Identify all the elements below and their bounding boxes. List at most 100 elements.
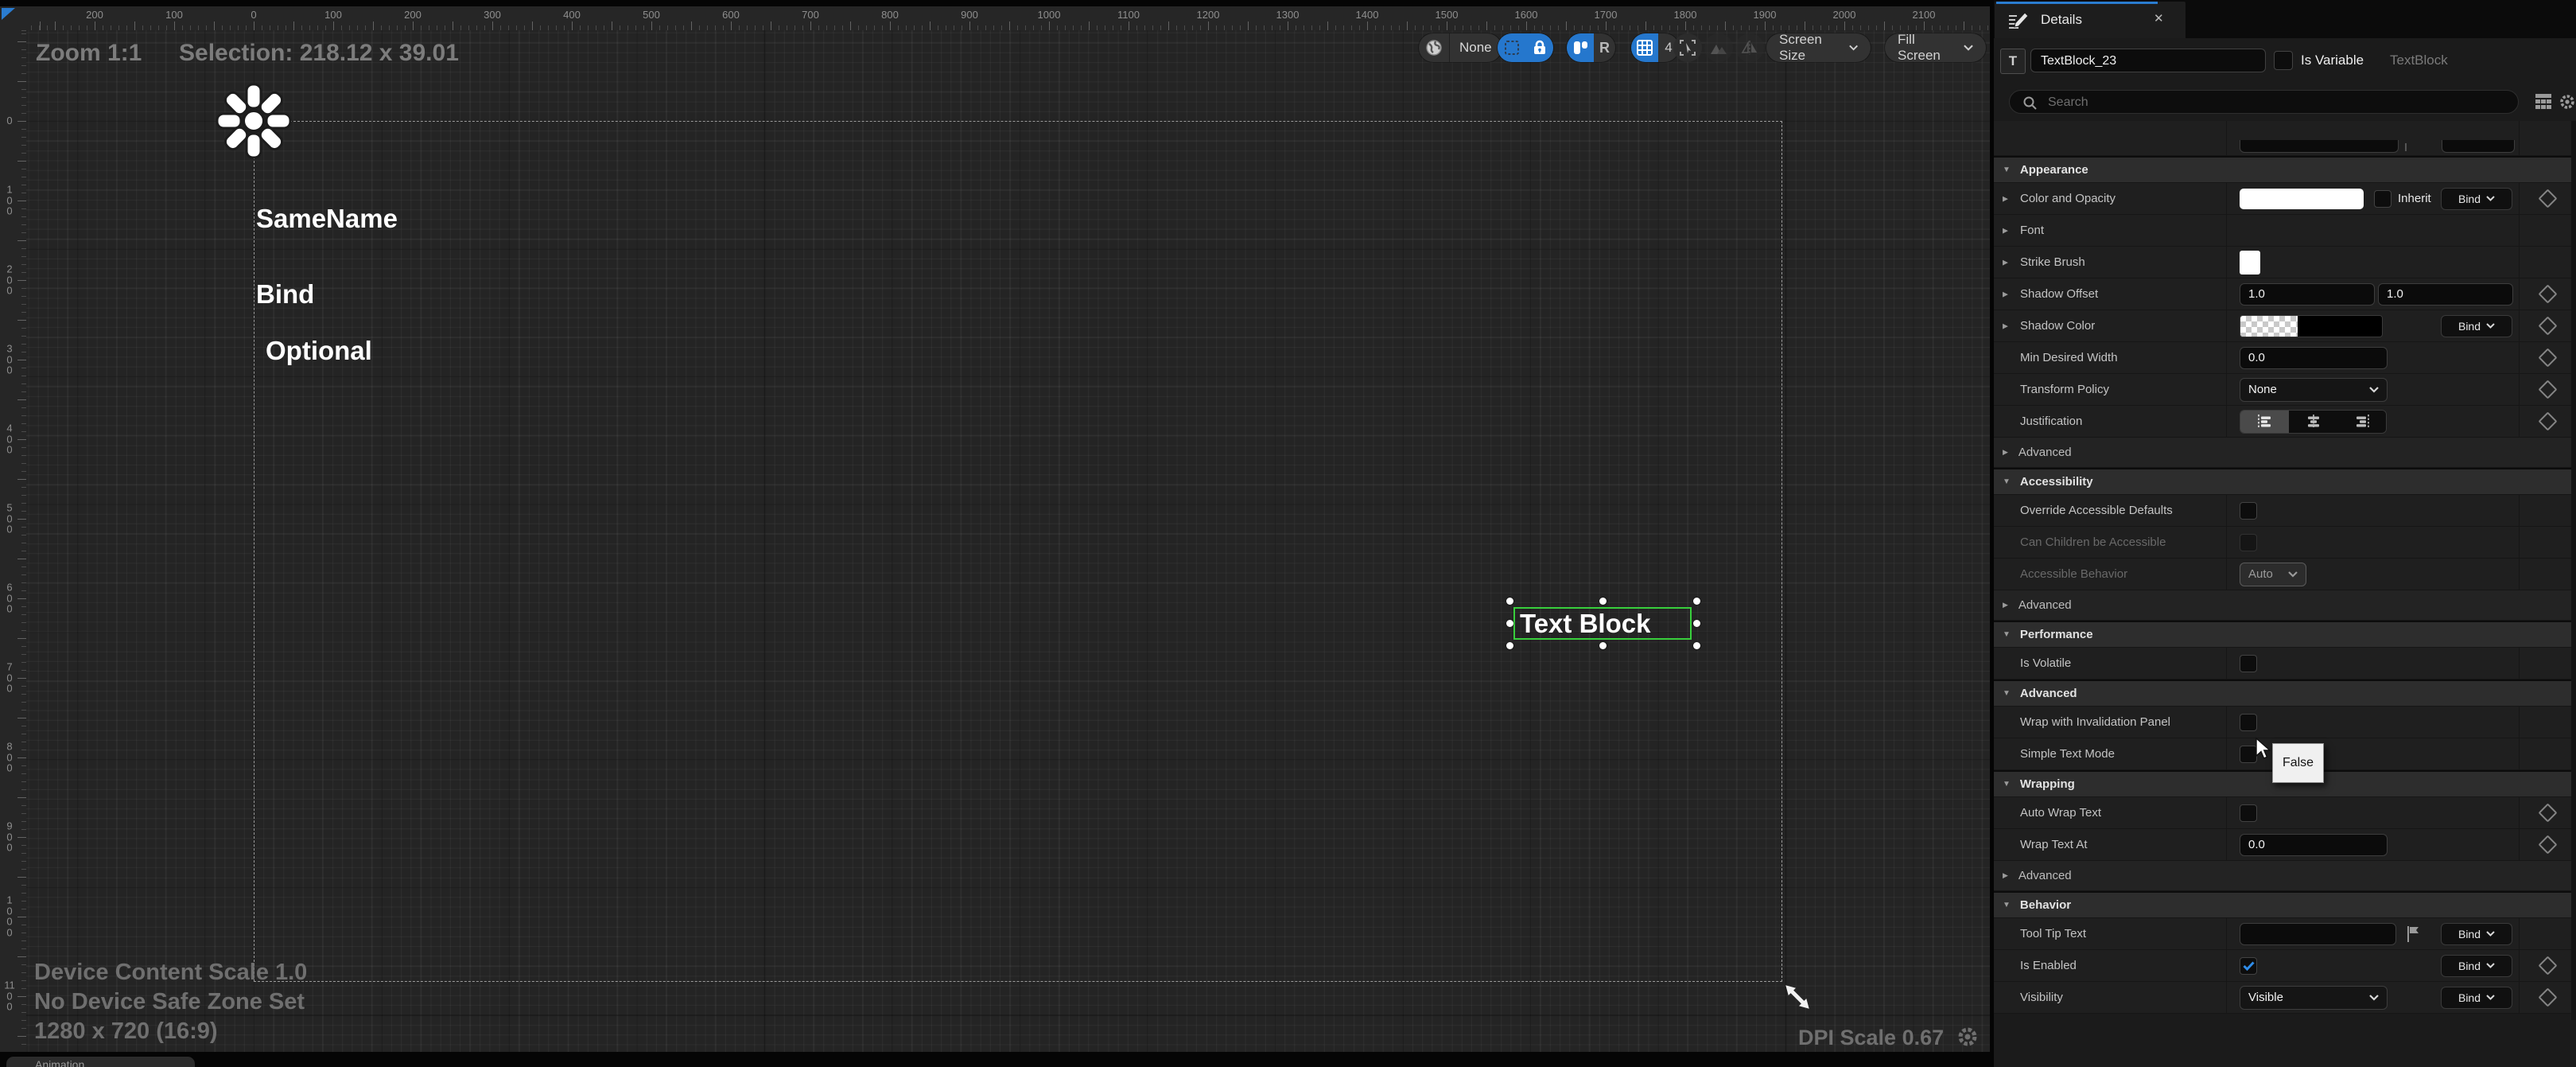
reset-to-default-icon[interactable] xyxy=(2538,316,2557,335)
expander-icon[interactable]: ▶ xyxy=(2003,194,2008,203)
inherit-label: Inherit xyxy=(2398,192,2431,205)
chevron-down-icon xyxy=(2288,571,2298,578)
category-advanced[interactable]: ▼ Advanced xyxy=(1994,680,2576,707)
reset-to-default-icon[interactable] xyxy=(2538,380,2557,399)
fill-screen-dropdown[interactable]: Fill Screen xyxy=(1885,33,1986,62)
search-icon xyxy=(2022,95,2038,111)
category-accessibility[interactable]: ▼ Accessibility xyxy=(1994,468,2576,495)
category-appearance[interactable]: ▼ Appearance xyxy=(1994,156,2576,183)
reset-to-default-icon[interactable] xyxy=(2538,189,2557,208)
canvas-text-samename[interactable]: SameName xyxy=(256,204,398,234)
select-widget-icon[interactable] xyxy=(1673,33,1702,62)
accessible-behavior-dropdown[interactable]: Auto xyxy=(2240,563,2306,586)
reset-to-default-icon[interactable] xyxy=(2538,284,2557,303)
search-box[interactable] xyxy=(2009,90,2519,114)
localize-flag-icon[interactable] xyxy=(2406,925,2420,943)
shadow-offset-x-input[interactable]: 1.0 xyxy=(2240,283,2375,306)
selection-handle-e[interactable] xyxy=(1693,620,1700,627)
display-settings-gear-icon[interactable] xyxy=(2559,93,2576,111)
shadow-offset-y-input[interactable]: 1.0 xyxy=(2378,283,2513,306)
expander-icon[interactable]: ▶ xyxy=(2003,258,2008,267)
widget-outlines-icon[interactable] xyxy=(1567,33,1594,62)
expander-icon[interactable]: ▶ xyxy=(2003,321,2008,330)
marquee-select-icon[interactable] xyxy=(1498,33,1525,62)
outline-mode-group: R xyxy=(1567,33,1615,62)
selection-handle-se[interactable] xyxy=(1693,642,1700,649)
is-enabled-checkbox[interactable] xyxy=(2240,957,2257,975)
wrapping-advanced-expander[interactable]: ▶ Advanced xyxy=(1994,861,2576,891)
selection-handle-w[interactable] xyxy=(1506,620,1513,627)
selected-widget-textblock[interactable]: Text Block xyxy=(1513,607,1692,640)
can-children-be-accessible-checkbox[interactable] xyxy=(2240,534,2257,551)
bind-button[interactable]: Bind xyxy=(2441,923,2512,945)
bind-button[interactable]: Bind xyxy=(2441,188,2512,210)
check-icon xyxy=(2243,961,2255,971)
canvas-text-optional[interactable]: Optional xyxy=(266,336,372,366)
reset-to-default-icon[interactable] xyxy=(2538,987,2557,1007)
reset-to-default-icon[interactable] xyxy=(2538,411,2557,430)
category-performance[interactable]: ▼ Performance xyxy=(1994,621,2576,648)
localization-preview-value[interactable]: None xyxy=(1450,40,1502,56)
override-accessible-defaults-checkbox[interactable] xyxy=(2240,502,2257,520)
expander-icon[interactable]: ▶ xyxy=(2003,226,2008,235)
selection-handle-n[interactable] xyxy=(1599,598,1607,605)
grid-snap-icon[interactable] xyxy=(1631,33,1658,62)
visibility-dropdown[interactable]: Visible xyxy=(2240,986,2388,1010)
is-volatile-checkbox[interactable] xyxy=(2240,655,2257,672)
widget-type-label: TextBlock xyxy=(2390,53,2448,68)
bind-button[interactable]: Bind xyxy=(2441,315,2512,337)
property-matrix-icon[interactable] xyxy=(2535,93,2552,111)
respect-locks-button[interactable]: R xyxy=(1594,33,1615,62)
justify-center-button[interactable] xyxy=(2289,411,2337,433)
bind-button[interactable]: Bind xyxy=(2441,955,2512,977)
color-opacity-swatch[interactable] xyxy=(2240,189,2364,209)
globe-icon[interactable] xyxy=(1419,33,1450,62)
selection-handle-nw[interactable] xyxy=(1506,598,1513,605)
close-icon[interactable]: ✕ xyxy=(2154,11,2164,25)
is-variable-checkbox[interactable] xyxy=(2274,51,2293,70)
flip-preview-icon[interactable] xyxy=(1735,33,1764,62)
canvas-resize-handle-icon[interactable] xyxy=(1784,983,1811,1011)
inherit-checkbox[interactable] xyxy=(2374,190,2391,208)
chevron-down-icon: ▼ xyxy=(2003,166,2011,174)
details-tab-bar: Details ✕ xyxy=(1994,0,2576,38)
wrap-text-at-input[interactable]: 0.0 xyxy=(2240,834,2388,856)
canvas-text-bind[interactable]: Bind xyxy=(256,279,314,310)
reset-to-default-icon[interactable] xyxy=(2538,803,2557,822)
image-widget-flower[interactable] xyxy=(216,83,292,159)
reset-to-default-icon[interactable] xyxy=(2538,956,2557,975)
details-tab[interactable]: Details ✕ xyxy=(1995,2,2186,38)
shadow-color-swatch[interactable] xyxy=(2240,315,2383,337)
min-desired-width-input[interactable]: 0.0 xyxy=(2240,347,2388,369)
selection-handle-sw[interactable] xyxy=(1506,642,1513,649)
details-scrollbar-track[interactable] xyxy=(2571,121,2576,1020)
category-behavior[interactable]: ▼ Behavior xyxy=(1994,891,2576,918)
accessibility-advanced-expander[interactable]: ▶ Advanced xyxy=(1994,590,2576,621)
dpi-settings-gear-icon[interactable] xyxy=(1956,1025,1980,1049)
strike-brush-swatch[interactable] xyxy=(2240,251,2260,275)
selection-handle-ne[interactable] xyxy=(1693,598,1700,605)
bind-button[interactable]: Bind xyxy=(2441,987,2512,1009)
designer-canvas[interactable]: SameName Bind Optional Text Block Zoom 1… xyxy=(26,30,1990,1052)
reset-to-default-icon[interactable] xyxy=(2538,835,2557,854)
wrap-with-invalidation-panel-checkbox[interactable] xyxy=(2240,714,2257,731)
justify-left-button[interactable] xyxy=(2240,411,2289,433)
auto-wrap-text-checkbox[interactable] xyxy=(2240,804,2257,822)
localization-preview-group[interactable]: None xyxy=(1419,33,1502,62)
ruler-label: 1300 xyxy=(1276,9,1300,21)
expander-icon[interactable]: ▶ xyxy=(2003,290,2008,298)
search-input[interactable] xyxy=(2046,92,2495,113)
row-accessible-behavior: Accessible Behavior Auto xyxy=(1994,559,2576,590)
widget-name-input[interactable]: TextBlock_23 xyxy=(2030,49,2266,72)
details-tab-icon xyxy=(2007,10,2030,31)
transform-policy-dropdown[interactable]: None xyxy=(2240,378,2388,402)
reset-to-default-icon[interactable] xyxy=(2538,348,2557,367)
animations-panel-tab[interactable]: Animation xyxy=(6,1057,195,1067)
lock-icon[interactable] xyxy=(1525,33,1553,62)
justify-right-button[interactable] xyxy=(2337,411,2386,433)
preview-background-icon[interactable] xyxy=(1704,33,1733,62)
tool-tip-text-input[interactable] xyxy=(2240,923,2396,945)
screen-size-dropdown[interactable]: Screen Size xyxy=(1766,33,1871,62)
appearance-advanced-expander[interactable]: ▶ Advanced xyxy=(1994,438,2576,468)
selection-handle-s[interactable] xyxy=(1599,642,1607,649)
